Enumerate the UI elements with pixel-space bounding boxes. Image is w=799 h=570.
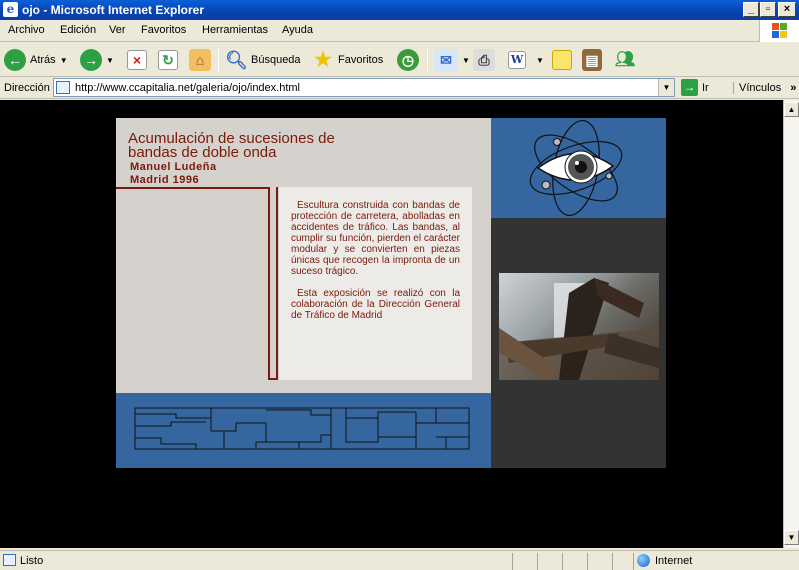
links-label: Vínculos — [739, 82, 782, 94]
divider-line — [116, 187, 276, 189]
toolbar: ← Atrás ▼ → ▼ × ↻ ⌂ 🔍︎ Búsqueda ★ Favori… — [0, 43, 799, 77]
favorites-label: Favoritos — [338, 54, 384, 66]
window-title: ojo - Microsoft Internet Explorer — [22, 3, 205, 17]
vertical-bar — [268, 187, 278, 380]
go-button[interactable]: → Ir — [681, 79, 709, 96]
floor-plan-graphic — [134, 407, 470, 450]
eye-atom-logo-icon — [529, 119, 623, 217]
status-cell — [633, 553, 634, 570]
printer-icon: ⎙ — [473, 49, 495, 71]
description-box: Escultura construida con bandas de prote… — [279, 187, 472, 380]
url-text[interactable]: http://www.ccapitalia.net/galeria/ojo/in… — [75, 82, 300, 94]
mail-icon: ✉ — [434, 49, 458, 71]
artwork-title: Acumulación de sucesiones de bandas de d… — [128, 130, 335, 161]
globe-icon — [637, 554, 650, 567]
forward-button[interactable]: → ▼ — [80, 48, 114, 72]
vertical-scrollbar[interactable]: ▲ ▼ — [783, 100, 799, 548]
refresh-icon: ↻ — [158, 50, 178, 70]
back-button[interactable]: ← Atrás ▼ — [4, 48, 68, 72]
status-cell — [512, 553, 513, 570]
menu-archivo[interactable]: Archivo — [8, 24, 45, 36]
home-icon: ⌂ — [189, 49, 211, 71]
search-button[interactable]: 🔍︎ Búsqueda — [225, 48, 301, 72]
windows-logo-icon — [759, 20, 799, 42]
menu-ver[interactable]: Ver — [109, 24, 126, 36]
zone-label: Internet — [655, 554, 693, 567]
status-cell — [562, 553, 563, 570]
print-button[interactable]: ⎙ — [473, 48, 495, 72]
description-paragraph: Escultura construida con bandas de prote… — [291, 200, 460, 277]
security-zone: Internet — [637, 554, 692, 567]
history-button[interactable]: ◷ — [397, 48, 419, 72]
forward-arrow-icon: → — [80, 49, 102, 71]
menu-herramientas[interactable]: Herramientas — [202, 24, 268, 36]
status-cell — [537, 553, 538, 570]
note-icon — [552, 50, 572, 70]
go-label: Ir — [702, 81, 709, 94]
edit-button[interactable]: W ▼ — [508, 48, 544, 72]
map-panel — [116, 393, 491, 468]
logo-panel — [491, 118, 666, 218]
page-status-icon — [3, 554, 16, 566]
photo-panel — [491, 218, 666, 468]
search-icon: 🔍︎ — [225, 50, 248, 70]
menu-ayuda[interactable]: Ayuda — [282, 24, 313, 36]
research-button[interactable]: ▤ — [582, 48, 602, 72]
sculpture-photo — [499, 273, 659, 380]
mail-button[interactable]: ✉ ▼ — [434, 48, 470, 72]
scroll-down-icon[interactable]: ▼ — [784, 530, 799, 545]
page-content: Acumulación de sucesiones de bandas de d… — [116, 118, 666, 468]
edit-dropdown-icon[interactable]: ▼ — [536, 56, 544, 65]
ie-window: e ojo - Microsoft Internet Explorer _ ▫ … — [0, 0, 799, 570]
status-cell — [612, 553, 613, 570]
back-label: Atrás — [30, 54, 56, 66]
messenger-button[interactable]: 👥︎ — [614, 48, 636, 72]
search-label: Búsqueda — [251, 54, 301, 66]
page-viewport: Acumulación de sucesiones de bandas de d… — [0, 100, 783, 548]
address-dropdown-icon[interactable]: ▼ — [658, 79, 674, 96]
status-cell — [587, 553, 588, 570]
close-button[interactable]: × — [778, 2, 796, 17]
minimize-button[interactable]: _ — [743, 2, 759, 17]
chevron-right-icon: » — [790, 82, 797, 94]
scroll-up-icon[interactable]: ▲ — [784, 102, 799, 117]
page-icon — [56, 81, 70, 94]
menu-bar: Archivo Edición Ver Favoritos Herramient… — [0, 20, 799, 42]
book-icon: ▤ — [582, 49, 602, 71]
credits-paragraph: Esta exposición se realizó con la colabo… — [291, 288, 460, 321]
address-label: Dirección — [4, 82, 50, 94]
place-year: Madrid 1996 — [130, 174, 200, 186]
status-text: Listo — [20, 555, 44, 567]
discuss-button[interactable] — [552, 48, 572, 72]
links-button[interactable]: Vínculos » — [733, 82, 796, 94]
address-bar: Dirección http://www.ccapitalia.net/gale… — [0, 77, 799, 99]
menu-edicion[interactable]: Edición — [60, 24, 96, 36]
messenger-icon: 👥︎ — [614, 51, 636, 68]
forward-dropdown-icon[interactable]: ▼ — [106, 56, 114, 65]
menu-favoritos[interactable]: Favoritos — [141, 24, 186, 36]
mail-dropdown-icon[interactable]: ▼ — [462, 56, 470, 65]
stop-button[interactable]: × — [127, 48, 147, 72]
back-arrow-icon: ← — [4, 49, 26, 71]
info-panel: Acumulación de sucesiones de bandas de d… — [116, 118, 491, 393]
artist-name: Manuel Ludeña — [130, 161, 217, 173]
home-button[interactable]: ⌂ — [189, 48, 211, 72]
favorites-button[interactable]: ★ Favoritos — [312, 48, 383, 72]
refresh-button[interactable]: ↻ — [158, 48, 178, 72]
maximize-button[interactable]: ▫ — [760, 2, 776, 17]
address-input[interactable]: http://www.ccapitalia.net/galeria/ojo/in… — [53, 78, 675, 97]
status-bar: Listo Internet — [0, 550, 799, 570]
history-icon: ◷ — [397, 49, 419, 71]
title-bar: e ojo - Microsoft Internet Explorer _ ▫ … — [0, 0, 799, 20]
star-icon: ★ — [314, 49, 332, 71]
ie-logo-icon: e — [3, 2, 18, 17]
go-arrow-icon: → — [681, 79, 698, 96]
word-icon: W — [508, 51, 526, 69]
stop-icon: × — [127, 50, 147, 70]
back-dropdown-icon[interactable]: ▼ — [60, 56, 68, 65]
